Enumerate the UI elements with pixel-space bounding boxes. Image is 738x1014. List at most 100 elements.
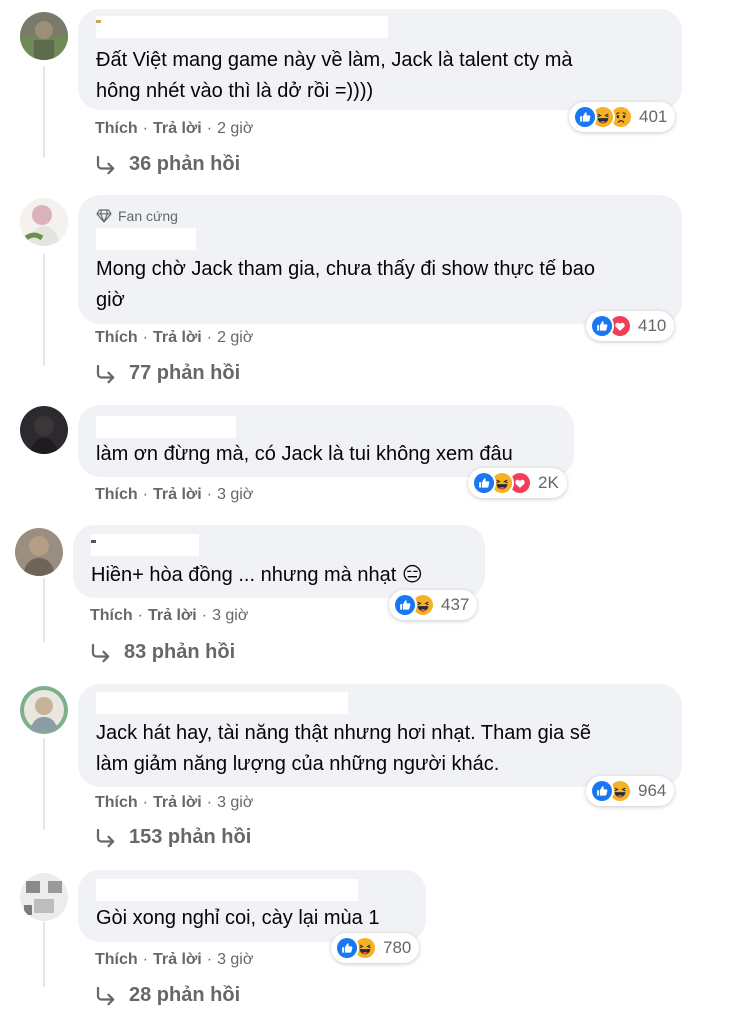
avatar[interactable] <box>20 873 68 921</box>
like-reaction-icon <box>590 314 614 338</box>
reply-button[interactable]: Trả lời <box>153 486 202 504</box>
comment-text-line: Gòi xong nghỉ coi, cày lại mùa 1 <box>96 907 380 929</box>
like-button[interactable]: Thích <box>95 486 138 504</box>
separator-dot: · <box>142 486 148 503</box>
like-reaction-icon <box>590 779 614 803</box>
like-reaction-icon <box>335 936 359 960</box>
diamond-icon <box>96 209 112 223</box>
reaction-summary[interactable]: 964 <box>586 776 675 806</box>
comment-timestamp[interactable]: 3 giờ <box>217 486 253 504</box>
reply-button[interactable]: Trả lời <box>153 951 202 969</box>
avatar[interactable] <box>15 528 63 576</box>
comment-actions: Thích · Trả lời · 2 giờ <box>95 120 253 138</box>
reaction-count: 401 <box>639 107 668 126</box>
comment-timestamp[interactable]: 3 giờ <box>212 607 248 625</box>
replies-count-label: 28 phản hồi <box>129 984 241 1006</box>
separator-dot: · <box>142 951 148 968</box>
reply-arrow-icon <box>95 155 117 175</box>
reply-button[interactable]: Trả lời <box>148 607 197 625</box>
redacted-author-name <box>96 416 236 438</box>
thread-line <box>43 254 45 366</box>
comment-text-line: Mong chờ Jack tham gia, chưa thấy đi sho… <box>96 258 596 280</box>
reaction-summary[interactable]: 401 <box>569 102 676 132</box>
comment-text-line: hông nhét vào thì là dở rồi =)))) <box>96 80 374 102</box>
separator-dot: · <box>206 794 213 811</box>
like-button[interactable]: Thích <box>95 794 138 812</box>
reaction-summary[interactable]: 437 <box>389 590 478 620</box>
view-replies-link[interactable]: 36 phản hồi <box>95 153 240 176</box>
thread-line <box>43 578 45 642</box>
reaction-count: 780 <box>383 938 412 957</box>
replies-count-label: 36 phản hồi <box>129 153 241 175</box>
like-button[interactable]: Thích <box>90 607 133 625</box>
view-replies-link[interactable]: 28 phản hồi <box>95 984 240 1007</box>
like-button[interactable]: Thích <box>95 329 138 347</box>
like-button[interactable]: Thích <box>95 120 138 138</box>
avatar[interactable] <box>20 406 68 454</box>
reply-arrow-icon <box>95 828 117 848</box>
reaction-summary[interactable]: 2K <box>468 468 567 498</box>
thread-line <box>43 922 45 987</box>
separator-dot: · <box>206 120 213 137</box>
comment-text-line: Hiền+ hòa đồng ... nhưng mà nhạt 😑 <box>91 564 423 586</box>
comment-timestamp[interactable]: 3 giờ <box>217 951 253 969</box>
like-button[interactable]: Thích <box>95 951 138 969</box>
reply-arrow-icon <box>95 986 117 1006</box>
fan-badge: Fan cứng <box>96 208 178 224</box>
view-replies-link[interactable]: 83 phản hồi <box>90 641 235 664</box>
comment-timestamp[interactable]: 2 giờ <box>217 329 253 347</box>
redacted-author-name <box>96 692 348 714</box>
author-name-fragment <box>96 20 101 23</box>
avatar[interactable] <box>20 686 68 734</box>
comment-text-line: Đất Việt mang game này về làm, Jack là t… <box>96 49 573 71</box>
separator-dot: · <box>142 329 148 346</box>
comment-text-line: giờ <box>96 289 125 311</box>
comment-text-line: Jack hát hay, tài năng thật nhưng hơi nh… <box>96 722 591 744</box>
reaction-count: 2K <box>538 473 559 492</box>
author-name-fragment <box>91 540 96 543</box>
separator-dot: · <box>142 120 148 137</box>
reaction-summary[interactable]: 780 <box>331 933 420 963</box>
comment-text-line: làm giảm năng lượng của những người khác… <box>96 753 500 775</box>
reply-arrow-icon <box>90 643 112 663</box>
reaction-count: 410 <box>638 316 667 335</box>
fan-badge-label: Fan cứng <box>118 208 178 224</box>
separator-dot: · <box>137 607 143 624</box>
reaction-count: 964 <box>638 781 667 800</box>
replies-count-label: 83 phản hồi <box>124 641 236 663</box>
separator-dot: · <box>206 329 213 346</box>
reply-button[interactable]: Trả lời <box>153 120 202 138</box>
reaction-count: 437 <box>441 595 470 614</box>
redacted-author-name <box>96 879 358 901</box>
comment-timestamp[interactable]: 2 giờ <box>217 120 253 138</box>
reaction-summary[interactable]: 410 <box>586 311 675 341</box>
comment-actions: Thích · Trả lời · 3 giờ <box>90 607 248 625</box>
like-reaction-icon <box>393 593 417 617</box>
thread-line <box>43 66 45 156</box>
comment-text-line: làm ơn đừng mà, có Jack là tui không xem… <box>96 443 513 465</box>
reply-button[interactable]: Trả lời <box>153 794 202 812</box>
redacted-author-name <box>96 228 196 250</box>
avatar[interactable] <box>20 12 68 60</box>
view-replies-link[interactable]: 153 phản hồi <box>95 826 251 849</box>
reply-arrow-icon <box>95 364 117 384</box>
comment-actions: Thích · Trả lời · 3 giờ <box>95 951 253 969</box>
replies-count-label: 153 phản hồi <box>129 826 252 848</box>
separator-dot: · <box>206 951 213 968</box>
comment-actions: Thích · Trả lời · 3 giờ <box>95 794 253 812</box>
reply-button[interactable]: Trả lời <box>153 329 202 347</box>
like-reaction-icon <box>472 471 496 495</box>
replies-count-label: 77 phản hồi <box>129 362 241 384</box>
like-reaction-icon <box>573 105 597 129</box>
view-replies-link[interactable]: 77 phản hồi <box>95 362 240 385</box>
redacted-author-name <box>96 16 388 38</box>
thread-line <box>43 738 45 830</box>
comment-timestamp[interactable]: 3 giờ <box>217 794 253 812</box>
reply-hook <box>43 156 45 158</box>
redacted-author-name <box>91 534 199 556</box>
separator-dot: · <box>206 486 213 503</box>
avatar[interactable] <box>20 198 68 246</box>
separator-dot: · <box>201 607 208 624</box>
comment-actions: Thích · Trả lời · 3 giờ <box>95 486 253 504</box>
separator-dot: · <box>142 794 148 811</box>
